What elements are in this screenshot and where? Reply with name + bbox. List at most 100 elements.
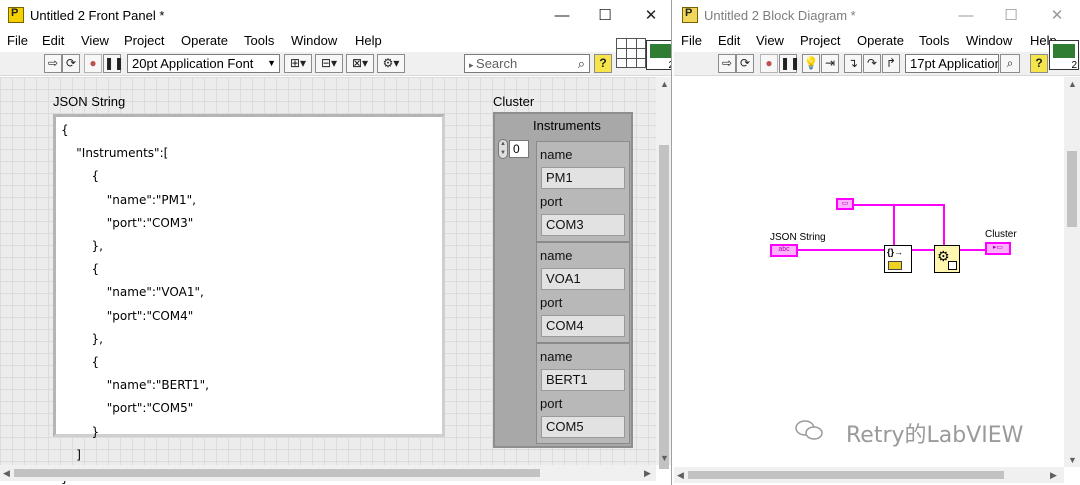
search-placeholder: Search xyxy=(476,56,518,71)
scroll-right-icon[interactable]: ▶ xyxy=(1050,470,1057,481)
resize-objects-icon[interactable]: ⊠▾ xyxy=(346,54,374,73)
menu-view[interactable]: View xyxy=(81,33,109,48)
menu-edit[interactable]: Edit xyxy=(42,33,64,48)
cluster-terminal[interactable]: ▸▭ xyxy=(985,242,1011,255)
font-selector[interactable]: 17pt Application Font xyxy=(905,54,999,73)
retain-wire-values-icon[interactable]: ⇥ xyxy=(821,54,839,73)
json-string-control[interactable]: { "Instruments":[ { "name":"PM1", "port"… xyxy=(53,114,445,485)
menu-tools[interactable]: Tools xyxy=(919,33,949,48)
labview-app-icon xyxy=(8,7,24,23)
vi-icon[interactable]: 2 xyxy=(1049,40,1079,71)
scroll-up-icon[interactable]: ▲ xyxy=(1068,79,1077,89)
help-icon[interactable]: ? xyxy=(1030,54,1048,73)
distribute-objects-icon[interactable]: ⊟▾ xyxy=(315,54,343,73)
name-value[interactable]: VOA1 xyxy=(541,268,625,290)
name-value[interactable]: BERT1 xyxy=(541,369,625,391)
search-icon[interactable]: ⌕ xyxy=(578,55,585,72)
type-constant-wire[interactable] xyxy=(893,204,895,249)
menu-file[interactable]: File xyxy=(7,33,28,48)
minimize-button[interactable]: — xyxy=(547,4,577,28)
horizontal-scrollbar[interactable]: ◀ ▶ xyxy=(0,465,656,481)
menu-project[interactable]: Project xyxy=(800,33,840,48)
vi-icon-number: 2 xyxy=(668,60,671,71)
scroll-up-icon[interactable]: ▲ xyxy=(660,79,669,89)
vertical-scrollbar[interactable]: ▲ ▼ xyxy=(656,77,671,469)
json-braces-icon: {}→ xyxy=(887,247,904,257)
json-string-label: JSON String xyxy=(53,94,126,109)
type-constant-wire[interactable] xyxy=(852,204,945,206)
close-button[interactable]: ✕ xyxy=(636,4,666,28)
menu-help[interactable]: Help xyxy=(355,33,382,48)
scroll-thumb[interactable] xyxy=(659,145,669,469)
font-selector-value: 17pt Application Font xyxy=(910,56,999,71)
cluster-wire[interactable] xyxy=(959,249,985,251)
abort-icon[interactable]: ● xyxy=(84,54,102,73)
scroll-down-icon[interactable]: ▼ xyxy=(1068,455,1077,465)
align-objects-icon[interactable]: ⊞▾ xyxy=(284,54,312,73)
json-string-terminal[interactable]: abc xyxy=(770,244,798,257)
horizontal-scrollbar[interactable]: ◀ ▶ xyxy=(674,467,1064,483)
run-arrow-icon[interactable]: ⇨ xyxy=(718,54,736,73)
watermark-text: Retry的LabVIEW xyxy=(846,423,1024,448)
search-icon[interactable]: ⌕ xyxy=(1000,54,1020,73)
port-label: port xyxy=(540,295,563,310)
abort-icon[interactable]: ● xyxy=(760,54,778,73)
run-continuously-icon[interactable]: ⟳ xyxy=(736,54,754,73)
menu-file[interactable]: File xyxy=(681,33,702,48)
index-spinner-icon[interactable]: ▲ ▼ xyxy=(498,139,508,159)
json-string-wire[interactable] xyxy=(910,249,934,251)
reorder-icon[interactable]: ⚙▾ xyxy=(377,54,405,73)
menu-view[interactable]: View xyxy=(756,33,784,48)
step-into-icon[interactable]: ↴ xyxy=(844,54,862,73)
menu-window[interactable]: Window xyxy=(291,33,337,48)
chevron-down-icon: ▼ xyxy=(267,58,276,68)
scroll-left-icon[interactable]: ◀ xyxy=(3,468,10,479)
scroll-thumb[interactable] xyxy=(14,469,540,477)
help-icon[interactable]: ? xyxy=(594,54,612,73)
step-over-icon[interactable]: ↷ xyxy=(863,54,881,73)
scroll-right-icon[interactable]: ▶ xyxy=(644,468,651,479)
json-string-value: { "Instruments":[ { "name":"PM1", "port"… xyxy=(61,123,209,485)
run-continuously-icon[interactable]: ⟳ xyxy=(62,54,80,73)
scroll-thumb[interactable] xyxy=(688,471,1004,479)
connector-pane[interactable] xyxy=(616,38,646,68)
maximize-button[interactable]: ☐ xyxy=(996,4,1026,28)
menu-project[interactable]: Project xyxy=(124,33,164,48)
array-element: name BERT1 port COM5 xyxy=(536,343,630,444)
port-value[interactable]: COM4 xyxy=(541,315,625,337)
unflatten-from-json-node[interactable]: {}→ xyxy=(884,245,912,273)
port-label: port xyxy=(540,396,563,411)
port-value[interactable]: COM3 xyxy=(541,214,625,236)
scroll-left-icon[interactable]: ◀ xyxy=(677,470,684,481)
run-arrow-icon[interactable]: ⇨ xyxy=(44,54,62,73)
menu-tools[interactable]: Tools xyxy=(244,33,274,48)
search-field[interactable]: ▸ Search ⌕ xyxy=(464,54,590,73)
name-value[interactable]: PM1 xyxy=(541,167,625,189)
array-index-control[interactable]: ▲ ▼ 0 xyxy=(498,139,530,159)
type-constant-wire[interactable] xyxy=(943,204,945,249)
menu-window[interactable]: Window xyxy=(966,33,1012,48)
block-diagram-titlebar: Untitled 2 Block Diagram * — ☐ ✕ xyxy=(674,0,1080,32)
block-diagram-canvas[interactable]: ▭ JSON String abc {}→ ⚙ Cluster ▸▭ Retry… xyxy=(674,77,1064,467)
vi-icon[interactable]: 2 xyxy=(646,40,671,71)
minimize-button[interactable]: — xyxy=(951,4,981,28)
block-diagram-window: Untitled 2 Block Diagram * — ☐ ✕ File Ed… xyxy=(674,0,1080,485)
json-string-wire[interactable] xyxy=(792,249,884,251)
step-out-icon[interactable]: ↱ xyxy=(882,54,900,73)
menu-edit[interactable]: Edit xyxy=(718,33,740,48)
menu-operate[interactable]: Operate xyxy=(181,33,228,48)
variant-to-data-node[interactable]: ⚙ xyxy=(934,245,960,273)
scroll-thumb[interactable] xyxy=(1067,151,1077,227)
array-index-value[interactable]: 0 xyxy=(509,140,529,158)
close-button[interactable]: ✕ xyxy=(1042,4,1072,28)
type-constant[interactable]: ▭ xyxy=(836,198,854,210)
port-value[interactable]: COM5 xyxy=(541,416,625,438)
maximize-button[interactable]: ☐ xyxy=(590,4,620,28)
highlight-execution-icon[interactable]: 💡 xyxy=(802,54,820,73)
scroll-down-icon[interactable]: ▼ xyxy=(660,453,669,463)
menu-operate[interactable]: Operate xyxy=(857,33,904,48)
pause-icon[interactable]: ❚❚ xyxy=(103,54,124,73)
font-selector[interactable]: 20pt Application Font ▼ xyxy=(127,54,280,73)
vertical-scrollbar[interactable]: ▲ ▼ xyxy=(1064,77,1080,467)
pause-icon[interactable]: ❚❚ xyxy=(779,54,800,73)
